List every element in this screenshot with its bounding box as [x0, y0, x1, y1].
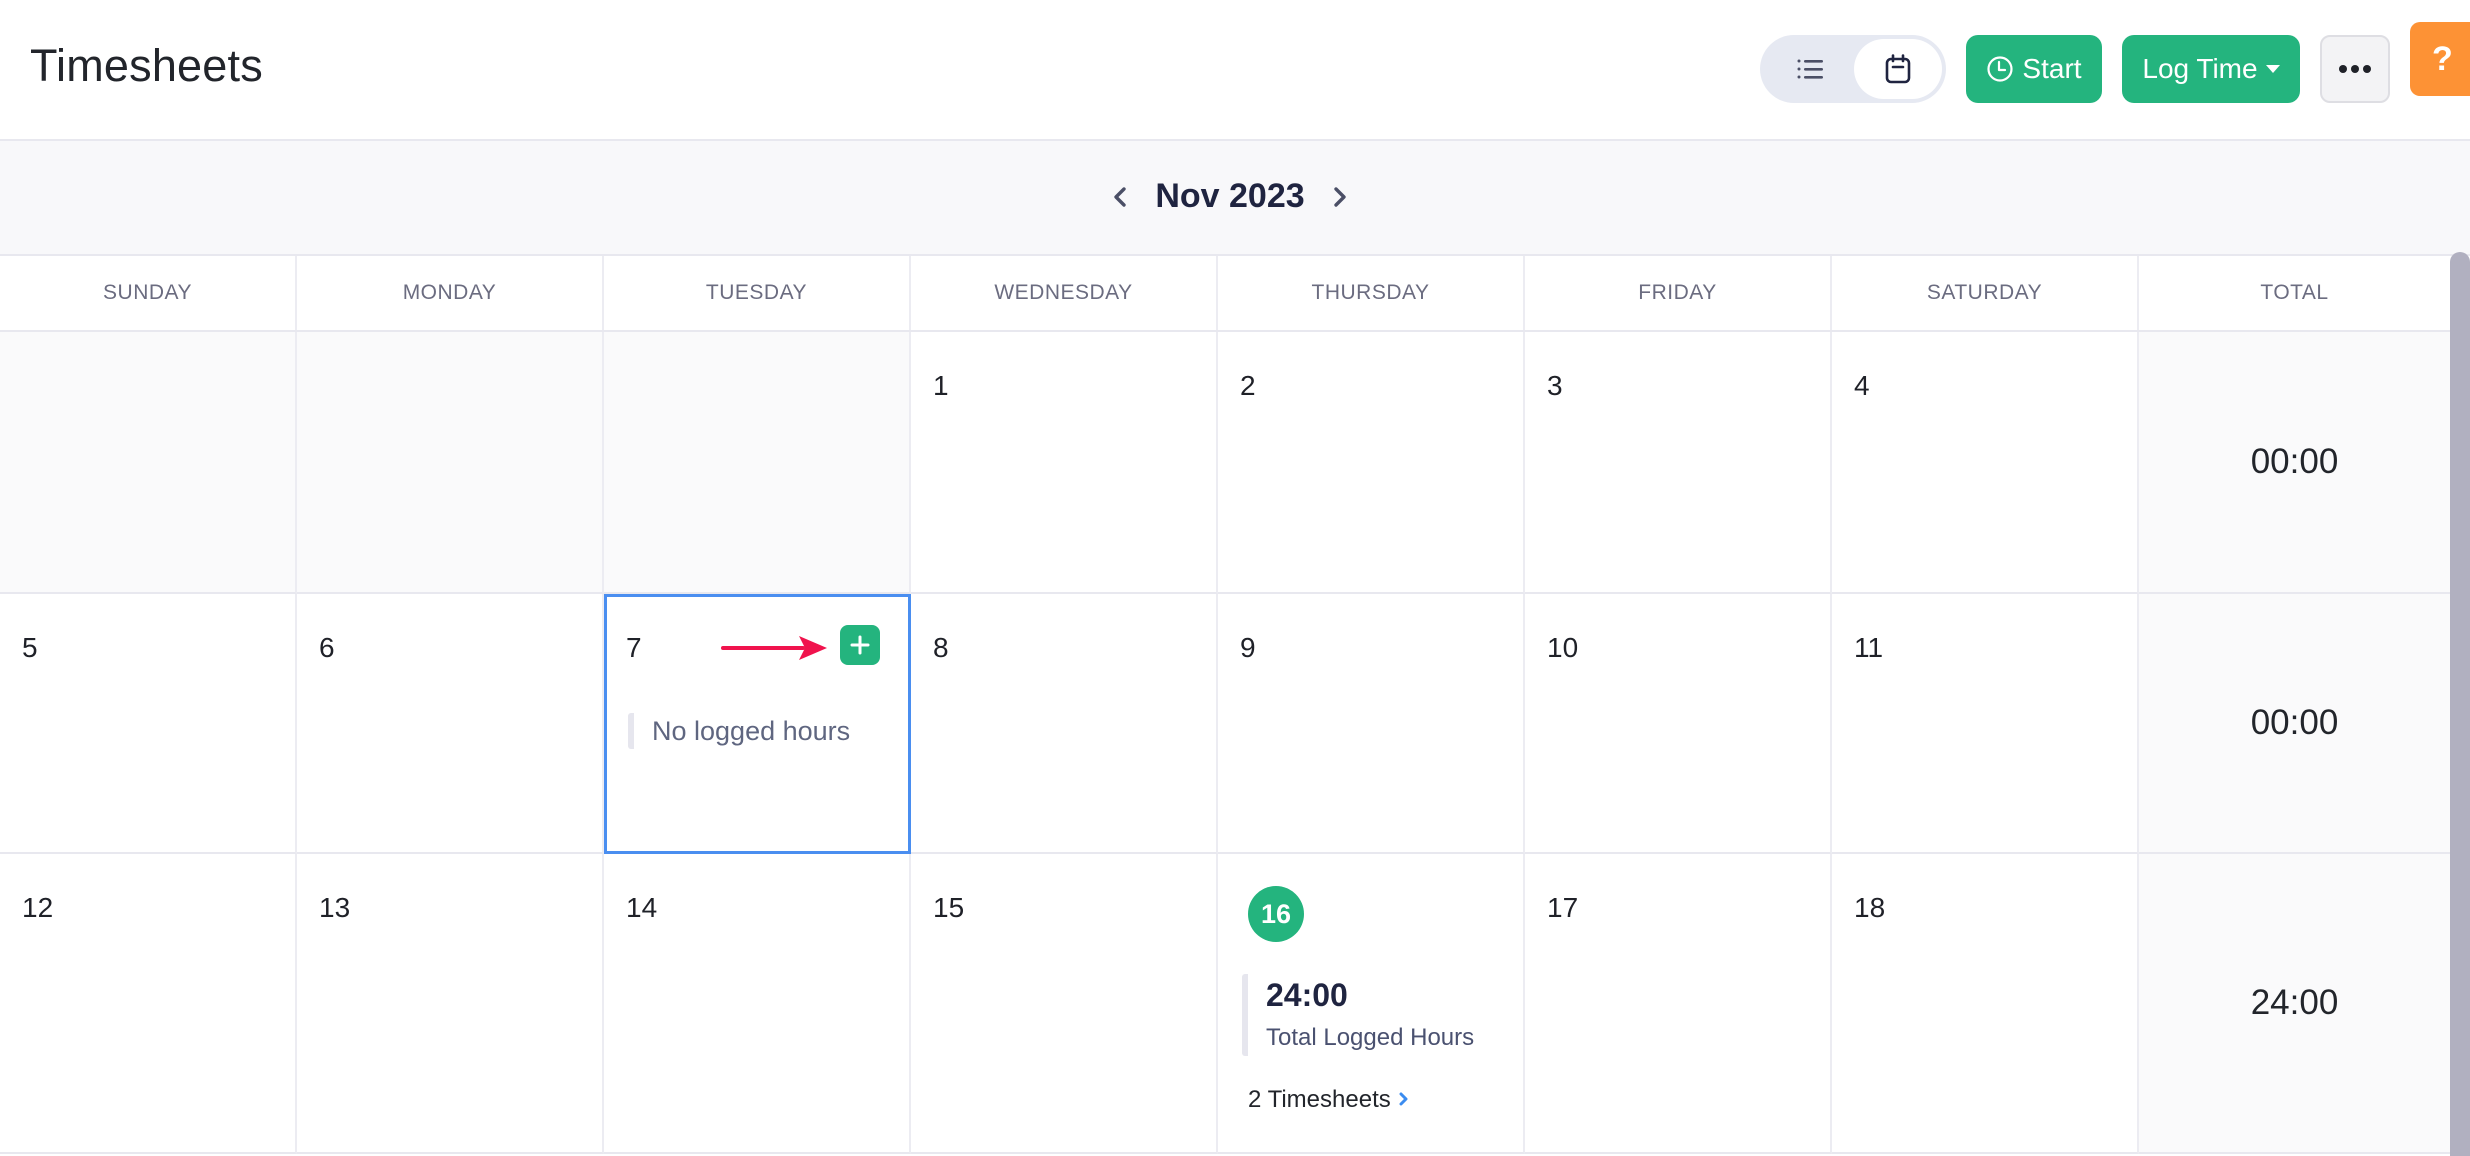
- calendar-day-cell[interactable]: 11: [1832, 594, 2139, 854]
- month-label: Nov 2023: [1155, 177, 1305, 215]
- calendar-day-cell[interactable]: 7 No logged hours: [604, 594, 911, 854]
- day-number: 18: [1854, 892, 1886, 923]
- weekday-header-monday: MONDAY: [297, 256, 604, 330]
- weekday-header-tuesday: TUESDAY: [604, 256, 911, 330]
- calendar-day-cell[interactable]: 10: [1525, 594, 1832, 854]
- week-total-value: 00:00: [2250, 442, 2339, 481]
- list-view-button[interactable]: [1766, 39, 1854, 99]
- calendar-cell-empty: [604, 332, 911, 594]
- week-total-value: 00:00: [2250, 703, 2339, 742]
- calendar-day-cell[interactable]: 5: [0, 594, 297, 854]
- more-dot: [2363, 65, 2371, 73]
- day-number: 13: [319, 892, 351, 923]
- help-button[interactable]: ?: [2410, 22, 2470, 96]
- calendar-view-button[interactable]: [1854, 39, 1942, 99]
- logged-hours-caption: Total Logged Hours: [1266, 1024, 1475, 1051]
- more-options-button[interactable]: [2320, 35, 2390, 103]
- day-number: 2: [1240, 370, 1256, 401]
- timesheets-link[interactable]: 2 Timesheets: [1248, 1086, 1409, 1114]
- day-number: 9: [1240, 632, 1256, 663]
- calendar-day-cell[interactable]: 18: [1832, 854, 2139, 1154]
- day-number: 6: [319, 632, 335, 663]
- caret-down-icon: [2265, 65, 2280, 73]
- day-number: 17: [1547, 892, 1579, 923]
- start-label: Start: [2022, 53, 2082, 84]
- calendar-day-cell[interactable]: 17: [1525, 854, 1832, 1154]
- no-logged-hours-text: No logged hours: [628, 713, 850, 749]
- view-toggle: [1760, 35, 1946, 103]
- calendar-day-cell[interactable]: 8: [911, 594, 1218, 854]
- month-navigation: Nov 2023: [0, 139, 2470, 256]
- start-timer-button[interactable]: Start: [1966, 35, 2102, 103]
- more-horizontal-icon: [2339, 65, 2347, 73]
- week-total-cell: 00:00: [2139, 332, 2450, 594]
- day-number: 14: [626, 892, 658, 923]
- log-time-label: Log Time: [2142, 53, 2258, 84]
- calendar-day-cell[interactable]: 6: [297, 594, 604, 854]
- logged-hours-value: 24:00: [1266, 977, 1348, 1013]
- day-number: 11: [1854, 632, 1884, 663]
- clock-icon: [1987, 56, 2014, 82]
- calendar-day-cell[interactable]: 1: [911, 332, 1218, 594]
- weekday-header-thursday: THURSDAY: [1218, 256, 1525, 330]
- day-number: 5: [22, 632, 38, 663]
- week-total-cell: 24:00: [2139, 854, 2450, 1154]
- weekday-header-friday: FRIDAY: [1525, 256, 1832, 330]
- day-number: 10: [1547, 632, 1579, 663]
- day-number: 12: [22, 892, 54, 923]
- day-number: 3: [1547, 370, 1563, 401]
- plus-icon: [850, 635, 870, 655]
- day-number: 7: [626, 632, 642, 663]
- chevron-right-icon: [1399, 1086, 1409, 1114]
- calendar-day-cell[interactable]: 9: [1218, 594, 1525, 854]
- list-icon: [1797, 59, 1823, 79]
- weekday-header-row: SUNDAY MONDAY TUESDAY WEDNESDAY THURSDAY FRID…: [0, 256, 2450, 332]
- calendar-day-cell[interactable]: 4: [1832, 332, 2139, 594]
- calendar-cell-empty: [297, 332, 604, 594]
- today-date-badge: 16: [1248, 886, 1304, 942]
- more-dot: [2351, 65, 2359, 73]
- weekday-header-saturday: SATURDAY: [1832, 256, 2139, 330]
- log-time-dropdown-button[interactable]: Log Time: [2122, 35, 2300, 103]
- week-total-value: 24:00: [2250, 983, 2339, 1022]
- page-header: Timesheets Start Log Time ?: [0, 0, 2470, 139]
- calendar-icon: [1885, 54, 1911, 84]
- logged-hours-summary: 24:00 Total Logged Hours: [1242, 974, 1474, 1056]
- week-total-cell: 00:00: [2139, 594, 2450, 854]
- calendar-day-cell[interactable]: 16 24:00 Total Logged Hours 2 Timesheets: [1218, 854, 1525, 1154]
- weekday-header-wednesday: WEDNESDAY: [911, 256, 1218, 330]
- chevron-right-icon: [1334, 187, 1346, 207]
- calendar-day-cell[interactable]: 13: [297, 854, 604, 1154]
- help-icon: ?: [2432, 39, 2453, 78]
- add-time-entry-button[interactable]: [840, 625, 880, 665]
- day-number: 8: [933, 632, 949, 663]
- day-number: 4: [1854, 370, 1870, 401]
- timesheets-link-label: 2 Timesheets: [1248, 1086, 1391, 1113]
- calendar-day-cell[interactable]: 12: [0, 854, 297, 1154]
- weekday-header-sunday: SUNDAY: [0, 256, 297, 330]
- vertical-scrollbar[interactable]: [2450, 252, 2470, 1156]
- calendar-day-cell[interactable]: 15: [911, 854, 1218, 1154]
- annotation-arrow-icon: [721, 636, 827, 660]
- next-month-button[interactable]: [1325, 177, 1355, 217]
- weekday-header-total: TOTAL: [2260, 281, 2329, 304]
- calendar-cell-empty: [0, 332, 297, 594]
- calendar-day-cell[interactable]: 2: [1218, 332, 1525, 594]
- calendar-day-cell[interactable]: 3: [1525, 332, 1832, 594]
- page-title: Timesheets: [30, 40, 263, 91]
- day-number: 1: [933, 370, 949, 401]
- calendar-day-cell[interactable]: 14: [604, 854, 911, 1154]
- day-number: 15: [933, 892, 965, 923]
- chevron-right-icon: [1399, 1092, 1408, 1106]
